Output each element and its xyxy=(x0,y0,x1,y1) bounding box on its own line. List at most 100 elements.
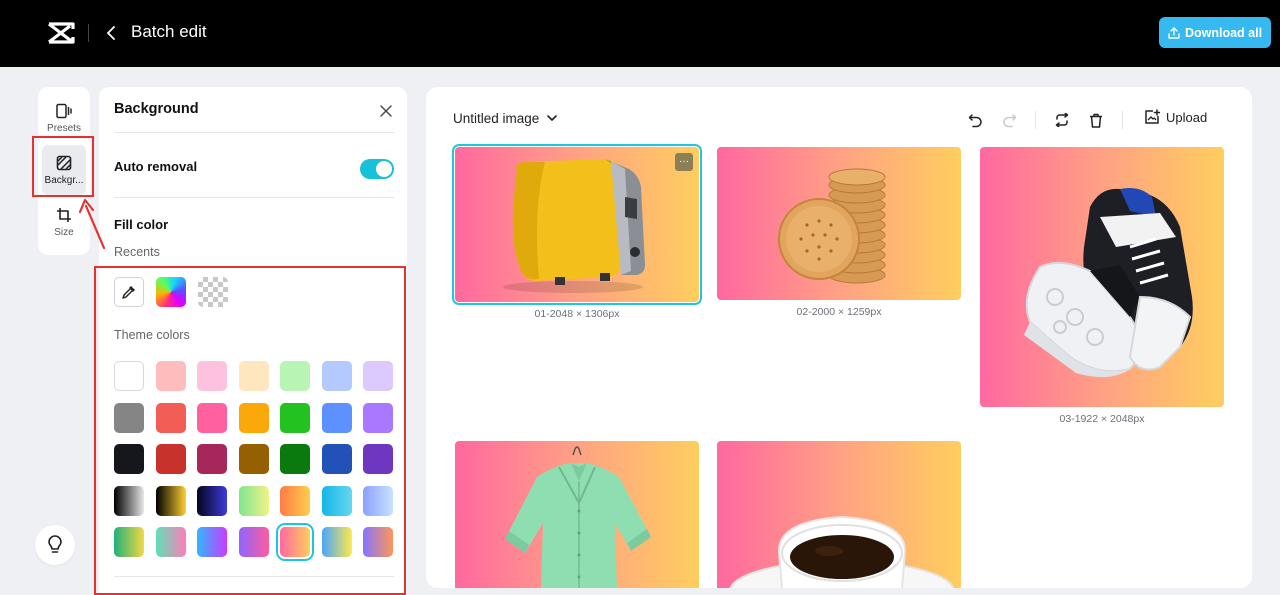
gradient-swatch[interactable] xyxy=(363,485,393,516)
gradient-swatch[interactable] xyxy=(114,527,144,557)
gradient-swatch[interactable] xyxy=(197,527,227,557)
undo-icon xyxy=(968,113,982,127)
tool-rail: Presets Backgr... Size xyxy=(38,87,90,255)
tips-button[interactable] xyxy=(35,525,75,565)
color-swatch[interactable] xyxy=(321,361,352,391)
color-swatch[interactable] xyxy=(155,402,186,433)
color-swatch[interactable] xyxy=(238,361,269,391)
sneaker-image xyxy=(1024,188,1193,378)
image-upload-icon xyxy=(1145,109,1160,124)
rail-item-label: Backgr... xyxy=(44,174,84,186)
color-swatch[interactable] xyxy=(155,361,186,391)
topbar-divider xyxy=(88,24,89,42)
color-swatch[interactable] xyxy=(280,361,310,391)
toaster-image xyxy=(503,159,645,293)
color-swatch[interactable] xyxy=(238,444,269,474)
gradient-swatch[interactable] xyxy=(276,523,314,561)
rail-item-size[interactable]: Size xyxy=(42,197,86,247)
color-swatch[interactable] xyxy=(197,361,227,391)
custom-color-swatch[interactable] xyxy=(156,277,186,307)
image-card-5[interactable] xyxy=(717,441,961,588)
toolbar-divider xyxy=(1035,111,1036,129)
toolbar-divider xyxy=(1122,111,1123,129)
color-swatch[interactable] xyxy=(280,444,310,474)
color-swatch[interactable] xyxy=(155,444,186,474)
image-card-3[interactable] xyxy=(980,147,1224,407)
canvas-area: Untitled image Upload ··· 01-2048 × 1306… xyxy=(426,87,1252,588)
lightbulb-icon xyxy=(48,535,62,553)
chevron-down-icon xyxy=(547,115,558,121)
upload-arrow-icon xyxy=(1168,26,1180,39)
crackers-image xyxy=(778,168,886,284)
divider xyxy=(114,132,394,133)
color-swatch[interactable] xyxy=(280,402,310,433)
color-swatch[interactable] xyxy=(197,444,227,474)
color-swatch[interactable] xyxy=(321,444,352,474)
upload-label: Upload xyxy=(1166,109,1208,125)
gradient-swatch[interactable] xyxy=(238,527,269,557)
image-card-1[interactable]: ··· xyxy=(452,144,702,305)
image-card-4[interactable] xyxy=(455,441,699,588)
recents-label: Recents xyxy=(114,245,160,259)
divider xyxy=(114,576,394,577)
close-button[interactable] xyxy=(375,100,397,122)
rail-item-presets[interactable]: Presets xyxy=(42,93,86,143)
gradient-swatch[interactable] xyxy=(155,485,186,516)
delete-button[interactable] xyxy=(1085,109,1107,131)
rail-item-background[interactable]: Backgr... xyxy=(42,145,86,195)
gradient-swatch[interactable] xyxy=(363,527,393,557)
presets-icon xyxy=(56,103,72,118)
image-caption-3: 03-1922 × 2048px xyxy=(1059,413,1145,425)
auto-removal-label: Auto removal xyxy=(114,159,198,174)
redo-icon xyxy=(1002,113,1016,127)
page-title: Batch edit xyxy=(131,22,207,41)
divider xyxy=(114,197,394,198)
background-panel: Background Auto removal Fill color Recen… xyxy=(99,87,407,593)
color-swatch[interactable] xyxy=(321,402,352,433)
gradient-swatch[interactable] xyxy=(321,527,352,557)
gradient-swatch[interactable] xyxy=(321,485,352,516)
image-name-dropdown[interactable]: Untitled image xyxy=(453,111,558,126)
capcut-logo-icon[interactable] xyxy=(46,20,76,46)
toggle-knob xyxy=(376,161,392,177)
download-all-label: Download all xyxy=(1184,25,1263,40)
color-swatch[interactable] xyxy=(238,402,269,433)
download-all-button[interactable]: Download all xyxy=(1159,17,1271,48)
crop-icon xyxy=(57,207,71,222)
eyedropper-icon xyxy=(122,286,135,299)
image-caption-1: 01-2048 × 1306px xyxy=(534,308,620,320)
auto-removal-toggle[interactable] xyxy=(360,159,394,179)
gradient-swatch[interactable] xyxy=(280,485,310,516)
gradient-swatch[interactable] xyxy=(197,485,227,516)
more-options-button[interactable]: ··· xyxy=(675,153,693,171)
color-swatch[interactable] xyxy=(363,361,393,391)
color-swatch[interactable] xyxy=(363,444,393,474)
panel-title: Background xyxy=(114,101,199,117)
background-icon xyxy=(56,155,72,170)
color-swatch[interactable] xyxy=(114,361,144,391)
top-bar: Batch edit Download all xyxy=(0,0,1280,67)
close-icon xyxy=(380,105,392,117)
upload-button[interactable]: Upload xyxy=(1144,109,1207,125)
theme-colors-label: Theme colors xyxy=(114,328,190,342)
image-caption-2: 02-2000 × 1259px xyxy=(796,306,882,318)
color-swatch[interactable] xyxy=(363,402,393,433)
gradient-swatch[interactable] xyxy=(238,485,269,516)
image-card-2[interactable] xyxy=(717,147,961,300)
color-swatch[interactable] xyxy=(197,402,227,433)
eyedropper-button[interactable] xyxy=(114,277,144,307)
redo-button[interactable] xyxy=(998,109,1020,131)
gradient-swatch[interactable] xyxy=(155,527,186,557)
replace-button[interactable] xyxy=(1051,109,1073,131)
color-swatch[interactable] xyxy=(114,444,144,474)
back-button[interactable] xyxy=(100,20,122,46)
rail-item-label: Presets xyxy=(47,122,81,134)
transparent-swatch[interactable] xyxy=(198,277,228,307)
color-swatch[interactable] xyxy=(114,402,144,433)
shirt-image xyxy=(505,446,651,588)
rail-item-label: Size xyxy=(54,226,74,238)
undo-button[interactable] xyxy=(964,109,986,131)
gradient-swatch[interactable] xyxy=(114,485,144,516)
trash-icon xyxy=(1090,113,1102,128)
image-name: Untitled image xyxy=(453,111,540,126)
